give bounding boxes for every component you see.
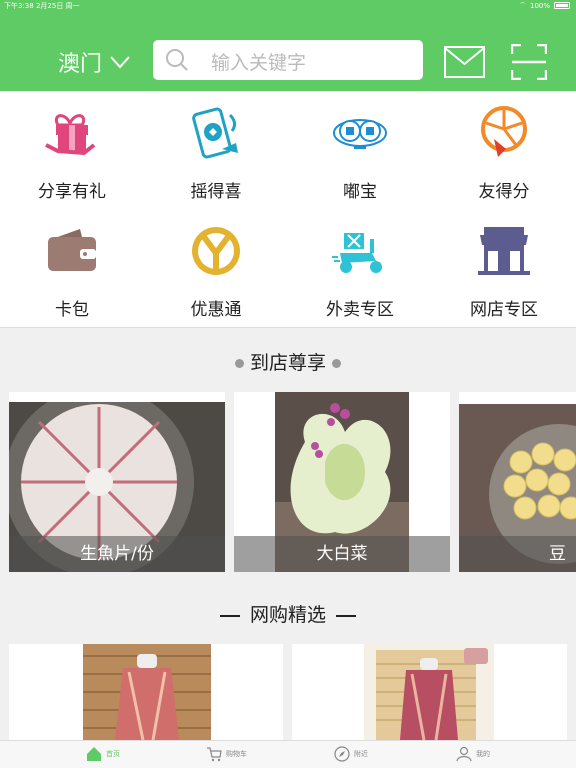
status-right: ⌔ 100% xyxy=(519,1,570,10)
grid-item-dobo[interactable]: 嘟宝 xyxy=(288,91,432,209)
tab-home[interactable]: 首页 xyxy=(86,746,120,762)
grid-label: 分享有礼 xyxy=(38,182,106,202)
battery-percent: 100% xyxy=(529,1,550,10)
header-bar: 下午3:38 2月25日 周一 ⌔ 100% 澳门 输入关键字 xyxy=(0,0,576,91)
cart-icon xyxy=(207,747,222,762)
search-icon xyxy=(166,49,188,71)
scarf-image xyxy=(364,644,494,740)
store-item-caption: 生魚片/份 xyxy=(9,536,225,572)
grid-item-shake[interactable]: 摇得喜 xyxy=(144,91,288,209)
compass-icon xyxy=(334,746,350,762)
grid-label: 摇得喜 xyxy=(190,182,242,202)
store-item-card[interactable]: 大白菜 xyxy=(234,392,450,572)
store-item-caption: 豆皮 xyxy=(459,536,576,572)
scan-icon[interactable] xyxy=(511,44,547,80)
store-item-caption: 大白菜 xyxy=(234,536,450,572)
title-dot xyxy=(332,359,341,368)
user-icon xyxy=(456,746,472,762)
bottom-tab-bar: 首页 购物车 附近 我的 xyxy=(0,740,576,768)
title-dash xyxy=(336,614,356,617)
grid-item-card-wallet[interactable]: 卡包 xyxy=(0,209,144,327)
store-item-card[interactable]: 豆皮 xyxy=(459,392,576,572)
store-item-card[interactable]: 生魚片/份 xyxy=(9,392,225,572)
section-store-title: 到店尊享 xyxy=(0,348,576,375)
grid-item-online-shop[interactable]: 网店专区 xyxy=(432,209,576,327)
grid-item-friend-score[interactable]: 友得分 xyxy=(432,91,576,209)
tab-nearby[interactable]: 附近 xyxy=(334,746,368,762)
shop-item-card[interactable] xyxy=(292,644,567,740)
grid-label: 卡包 xyxy=(55,300,89,320)
dobo-icon xyxy=(333,119,387,149)
tab-cart[interactable]: 购物车 xyxy=(206,746,247,762)
status-bar: 下午3:38 2月25日 周一 ⌔ 100% xyxy=(0,0,576,12)
search-placeholder: 输入关键字 xyxy=(211,52,307,74)
feature-grid: 分享有礼 摇得喜 嘟宝 友得分 卡包 优惠通 外卖专区 网店专区 xyxy=(0,91,576,328)
tab-mine[interactable]: 我的 xyxy=(456,746,490,762)
shop-item-card[interactable] xyxy=(9,644,283,740)
battery-icon xyxy=(554,2,570,9)
home-icon xyxy=(87,747,101,761)
city-name: 澳门 xyxy=(58,52,103,77)
city-selector[interactable]: 澳门 xyxy=(58,46,130,78)
shake-phone-icon xyxy=(192,107,238,159)
yen-coin-icon xyxy=(192,227,240,275)
grid-item-takeout[interactable]: 外卖专区 xyxy=(288,209,432,327)
wallet-icon xyxy=(48,229,96,271)
mail-icon[interactable] xyxy=(444,46,485,78)
scarf-image xyxy=(83,644,211,740)
grid-label: 外卖专区 xyxy=(326,300,394,320)
grid-item-share-gift[interactable]: 分享有礼 xyxy=(0,91,144,209)
orange-slice-icon xyxy=(481,106,527,157)
status-time: 下午3:38 2月25日 周一 xyxy=(4,2,80,10)
grid-item-discount-pass[interactable]: 优惠通 xyxy=(144,209,288,327)
delivery-scooter-icon xyxy=(332,233,382,273)
title-dot xyxy=(234,359,244,368)
wifi-icon: ⌔ xyxy=(519,1,526,9)
section-shop-title: 网购精选 xyxy=(0,600,576,627)
title-dash xyxy=(219,614,240,617)
search-input[interactable]: 输入关键字 xyxy=(153,40,423,80)
storefront-icon xyxy=(478,227,530,275)
gift-share-icon xyxy=(45,114,96,156)
grid-label: 友得分 xyxy=(478,182,530,202)
grid-label: 优惠通 xyxy=(190,300,242,320)
grid-label: 网店专区 xyxy=(470,300,538,320)
chevron-down-icon xyxy=(110,56,130,69)
grid-label: 嘟宝 xyxy=(343,182,377,202)
